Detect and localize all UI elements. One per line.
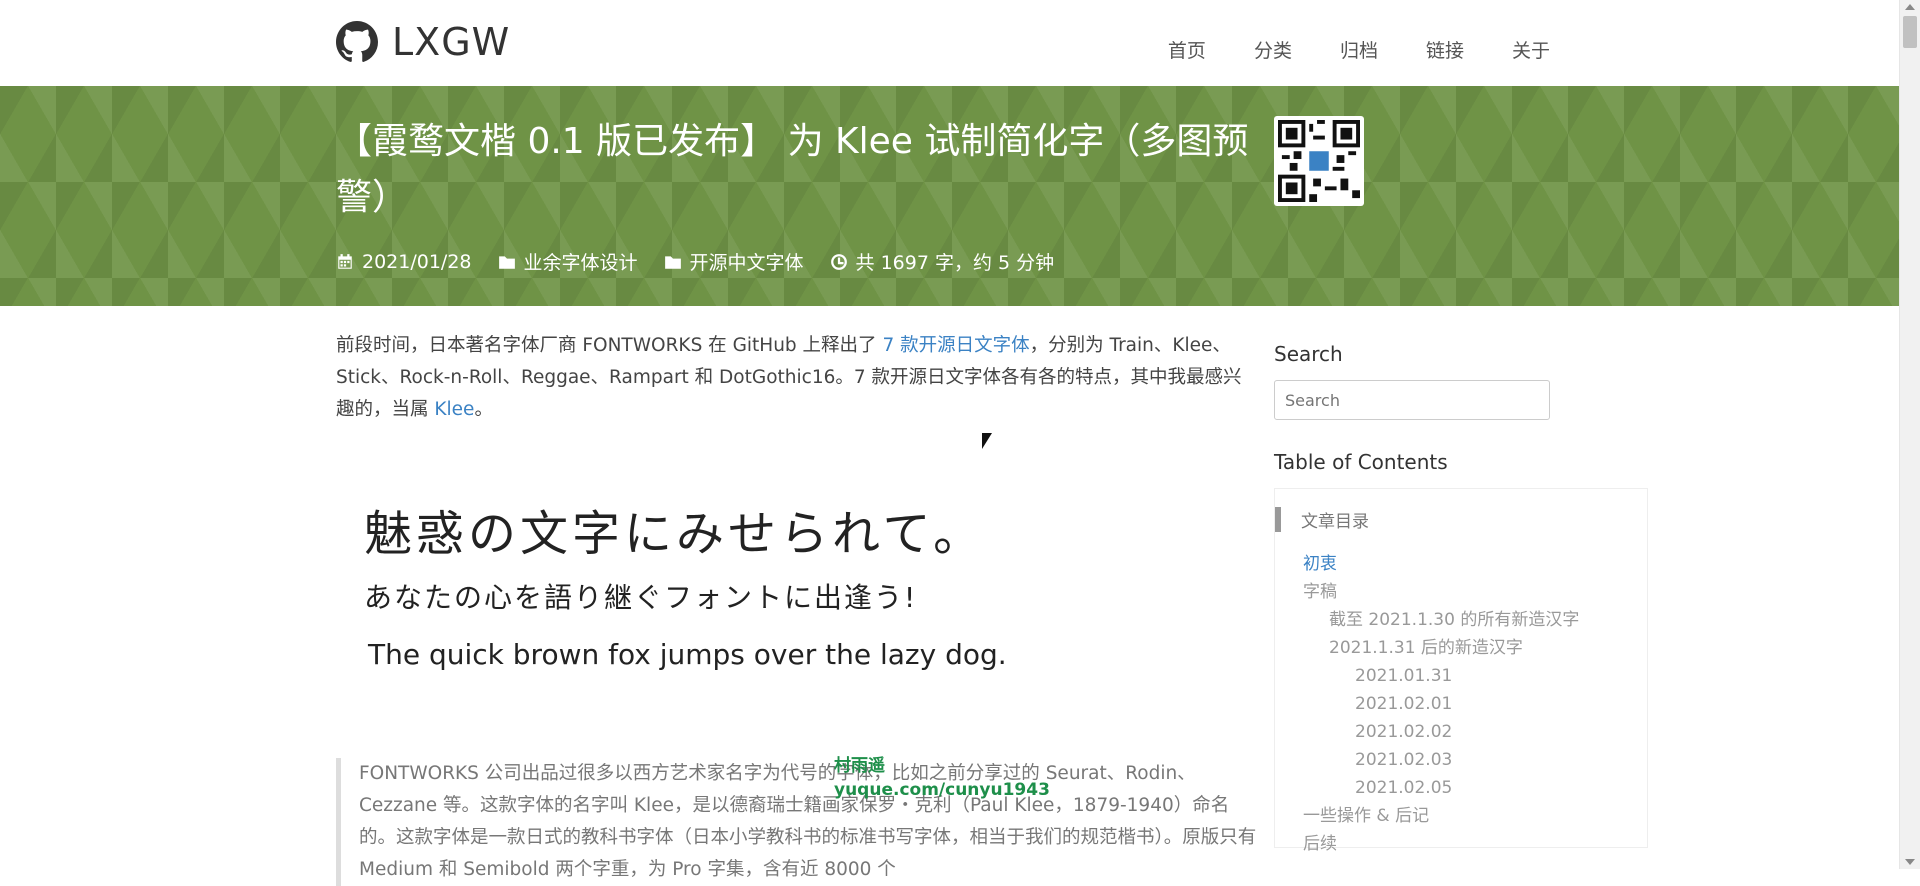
toc-item[interactable]: 截至 2021.1.30 的所有新造汉字 [1275, 606, 1647, 634]
nav-archive[interactable]: 归档 [1340, 36, 1378, 63]
toc-item[interactable]: 2021.02.03 [1275, 746, 1647, 774]
nav-about[interactable]: 关于 [1512, 36, 1550, 63]
fonts-link[interactable]: 7 款开源日文字体 [882, 335, 1029, 356]
toc-item[interactable]: 字稿 [1275, 578, 1647, 606]
folder-icon [664, 255, 681, 269]
calendar-icon [338, 253, 352, 269]
sample-line-2: あなたの心を語り継ぐフォントに出逢う! [364, 581, 918, 614]
post-header: 【霞鹜文楷 0.1 版已发布】 为 Klee 试制简化字（多图预警） 2021/… [0, 86, 1900, 306]
sidebar: Search Table of Contents 文章目录 初衷字稿截至 202… [1274, 342, 1654, 854]
site-logo[interactable]: LXGW [336, 20, 510, 64]
qr-code [1274, 116, 1364, 206]
github-icon [336, 21, 378, 62]
nav-home[interactable]: 首页 [1168, 36, 1206, 63]
scrollbar[interactable] [1899, 0, 1920, 869]
toc-item[interactable]: 后续 [1275, 830, 1647, 858]
sample-line-3: The quick brown fox jumps over the lazy … [368, 638, 1007, 671]
post-meta: 2021/01/28 业余字体设计 开源中文字体 共 1697 字，约 5 分钟 [336, 248, 1054, 275]
toc-item[interactable]: 一些操作 & 后记 [1275, 802, 1647, 830]
font-sample-image: 魅惑の文字にみせられて。 あなたの心を語り継ぐフォントに出逢う! The qui… [336, 480, 1248, 700]
scroll-up-icon[interactable] [1905, 4, 1915, 10]
sample-line-1: 魅惑の文字にみせられて。 [364, 506, 986, 562]
article-intro: 前段时间，日本著名字体厂商 FONTWORKS 在 GitHub 上释出了 7 … [336, 335, 1242, 420]
nav-categories[interactable]: 分类 [1254, 36, 1292, 63]
toc-item[interactable]: 2021.02.01 [1275, 690, 1647, 718]
post-category-1[interactable]: 业余字体设计 [498, 248, 638, 275]
scroll-down-icon[interactable] [1905, 859, 1915, 865]
toc-list: 初衷 字稿 截至 2021.1.30 的所有新造汉字 2021.1.31 后的新造汉字… [1275, 550, 1647, 858]
watermark: 村雨遥 yuque.com/cunyu1943 [834, 756, 1050, 800]
post-date: 2021/01/28 [336, 251, 472, 273]
search-input[interactable] [1274, 380, 1550, 420]
toc-heading: 文章目录 [1275, 507, 1647, 532]
nav-links[interactable]: 链接 [1426, 36, 1464, 63]
main-nav: 首页 分类 归档 链接 关于 [1168, 36, 1550, 63]
blockquote: FONTWORKS 公司出品过很多以西方艺术家名字为代号的字体，比如之前分享过的… [336, 758, 1259, 886]
search-title: Search [1274, 342, 1343, 366]
post-title: 【霞鹜文楷 0.1 版已发布】 为 Klee 试制简化字（多图预警） [336, 121, 1249, 218]
post-category-2[interactable]: 开源中文字体 [664, 248, 804, 275]
toc-panel: 文章目录 初衷 字稿 截至 2021.1.30 的所有新造汉字 2021.1.31 后… [1274, 488, 1648, 854]
klee-link[interactable]: Klee [434, 399, 474, 420]
site-name: LXGW [392, 20, 511, 64]
mouse-cursor [982, 433, 992, 449]
qr-code-icon [1278, 120, 1360, 202]
toc-item[interactable]: 2021.02.02 [1275, 718, 1647, 746]
toc-title: Table of Contents [1274, 450, 1448, 474]
toc-item[interactable]: 2021.1.31 后的新造汉字 [1275, 634, 1647, 662]
toc-item[interactable]: 2021.02.05 [1275, 774, 1647, 802]
top-navbar: LXGW 首页 分类 归档 链接 关于 [0, 0, 1900, 86]
scroll-thumb[interactable] [1903, 16, 1917, 48]
folder-icon [498, 255, 515, 269]
toc-item[interactable]: 2021.01.31 [1275, 662, 1647, 690]
toc-item[interactable]: 初衷 [1275, 550, 1647, 578]
post-stats: 共 1697 字，约 5 分钟 [830, 248, 1054, 275]
clock-icon [830, 253, 847, 270]
